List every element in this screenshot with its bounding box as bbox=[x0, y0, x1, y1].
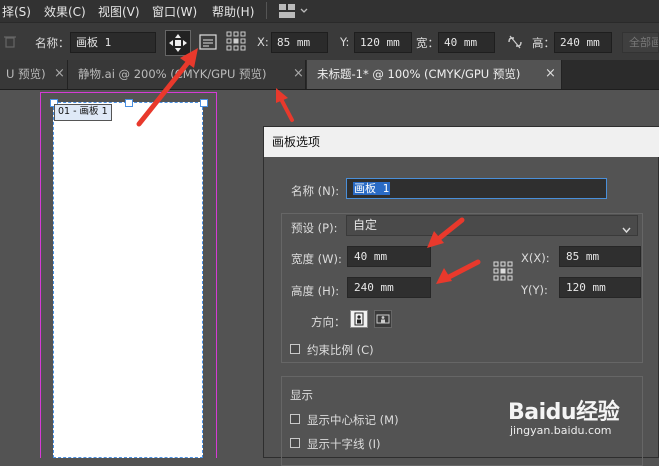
arrow-to-height-field bbox=[444, 259, 481, 281]
arrow-to-options-button bbox=[136, 57, 193, 127]
baidu-watermark: Baidu经验 jingyan.baidu.com bbox=[508, 394, 638, 444]
watermark-brand: Baidu经验 bbox=[508, 400, 620, 425]
watermark-url: jingyan.baidu.com bbox=[510, 424, 612, 437]
annotation-arrows bbox=[136, 48, 481, 284]
arrow-to-width-field bbox=[434, 217, 465, 243]
arrow-to-dialog-title bbox=[279, 97, 294, 122]
